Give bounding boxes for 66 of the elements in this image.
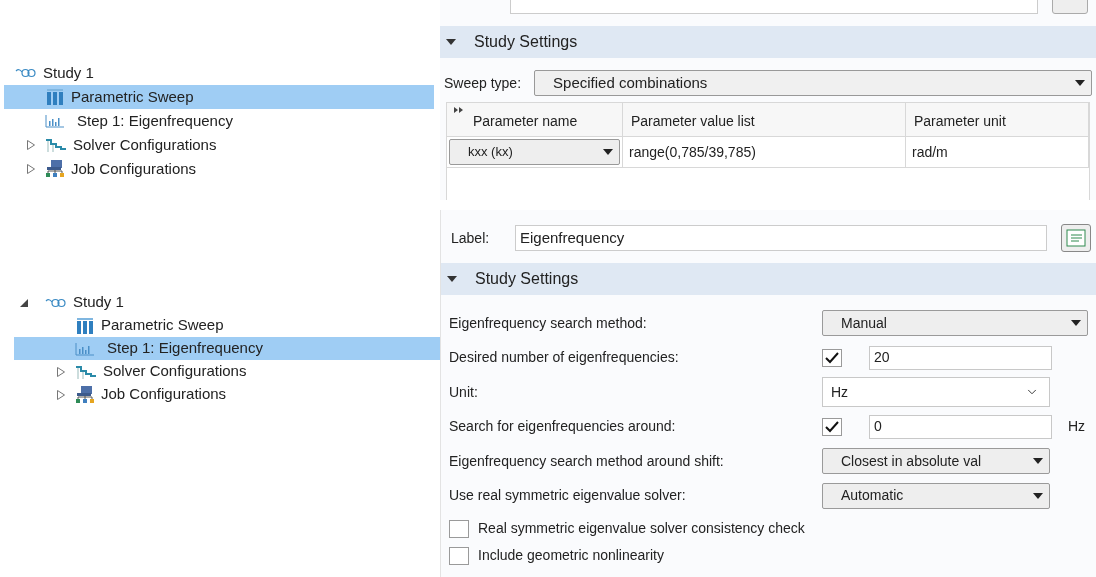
label-field[interactable]: Eigenfrequency (515, 225, 1047, 251)
input-field[interactable]: 20 (869, 345, 1052, 370)
tree-item[interactable]: Parametric Sweep (4, 85, 434, 109)
bar-chart-icon (45, 114, 65, 128)
check-icon (825, 420, 839, 433)
label-label: Label: (451, 228, 491, 248)
tree-item[interactable]: Job Configurations (4, 157, 434, 181)
computer-icon (75, 385, 95, 404)
notes-icon (1066, 229, 1086, 247)
tree-item[interactable]: Solver Configurations (4, 133, 434, 157)
step-chart-icon (45, 138, 67, 152)
dropdown-arrow-icon (1033, 458, 1043, 465)
checkbox[interactable] (822, 417, 842, 436)
setting-label: Desired number of eigenfrequencies: (449, 348, 680, 368)
step-chart-icon (75, 364, 97, 379)
column-header: Parameter name (473, 112, 578, 131)
dropdown-arrow-icon (603, 149, 613, 155)
setting-label: Use real symmetric eigenvalue solver: (449, 486, 687, 506)
dropdown[interactable]: Automatic (822, 482, 1050, 509)
input-field[interactable]: 0 (869, 414, 1052, 439)
checkbox[interactable] (449, 546, 469, 565)
setting-label: Eigenfrequency search method: (449, 313, 648, 333)
checkbox[interactable] (822, 348, 842, 367)
collapse-arrow-icon[interactable] (20, 298, 28, 307)
dropdown[interactable]: Closest in absolute val (822, 448, 1050, 475)
check-icon (825, 351, 839, 364)
expand-arrow-icon[interactable] (57, 366, 65, 377)
tree-item[interactable]: Job Configurations (14, 383, 440, 406)
loops-icon (45, 296, 67, 309)
expand-arrow-icon[interactable] (27, 164, 35, 174)
bars-icon (45, 89, 65, 105)
table-cell: rad/m (906, 137, 1089, 167)
unit-dropdown[interactable]: Hz (822, 377, 1050, 408)
tree-item[interactable]: Study 1 (4, 61, 434, 85)
section-header[interactable]: Study Settings (440, 26, 1096, 58)
tree-item[interactable]: Step 1: Eigenfrequency (4, 109, 434, 133)
loops-icon (15, 67, 37, 79)
sweep-type-label: Sweep type: (444, 73, 522, 93)
section-header[interactable]: Study Settings (441, 263, 1096, 295)
setting-label: Unit: (449, 382, 479, 402)
computer-icon (45, 160, 65, 178)
dropdown-arrow-icon (1033, 492, 1043, 499)
unit-label: Hz (1068, 417, 1086, 437)
bars-icon (75, 317, 95, 334)
tree-item[interactable]: Parametric Sweep (14, 314, 440, 337)
table-cell: range(0,785/39,785) (623, 137, 906, 167)
checkbox-label: Include geometric nonlinearity (478, 546, 664, 565)
tree-item[interactable]: Solver Configurations (14, 360, 440, 383)
expand-arrow-icon[interactable] (27, 140, 35, 150)
sweep-type-dropdown[interactable]: Specified combinations (534, 70, 1092, 96)
column-header: Parameter value list (631, 112, 755, 131)
setting-label: Eigenfrequency search method around shift: (449, 451, 725, 471)
tree-item[interactable]: Study 1 (14, 291, 440, 314)
checkbox[interactable] (449, 519, 469, 538)
notes-button[interactable] (1061, 224, 1091, 252)
expand-arrow-icon[interactable] (57, 389, 65, 400)
expand-columns-icon[interactable] (454, 107, 464, 113)
setting-label: Search for eigenfrequencies around: (449, 417, 677, 437)
parameter-dropdown[interactable]: kxx (kx) (449, 139, 620, 165)
column-header: Parameter unit (914, 112, 1006, 131)
dropdown-arrow-icon (1075, 80, 1085, 86)
bar-chart-icon (75, 341, 95, 356)
tree-item[interactable]: Step 1: Eigenfrequency (14, 337, 440, 360)
checkbox-label: Real symmetric eigenvalue solver consistency check (478, 519, 805, 538)
dropdown-arrow-icon (1071, 320, 1081, 327)
dropdown[interactable]: Manual (822, 310, 1088, 337)
